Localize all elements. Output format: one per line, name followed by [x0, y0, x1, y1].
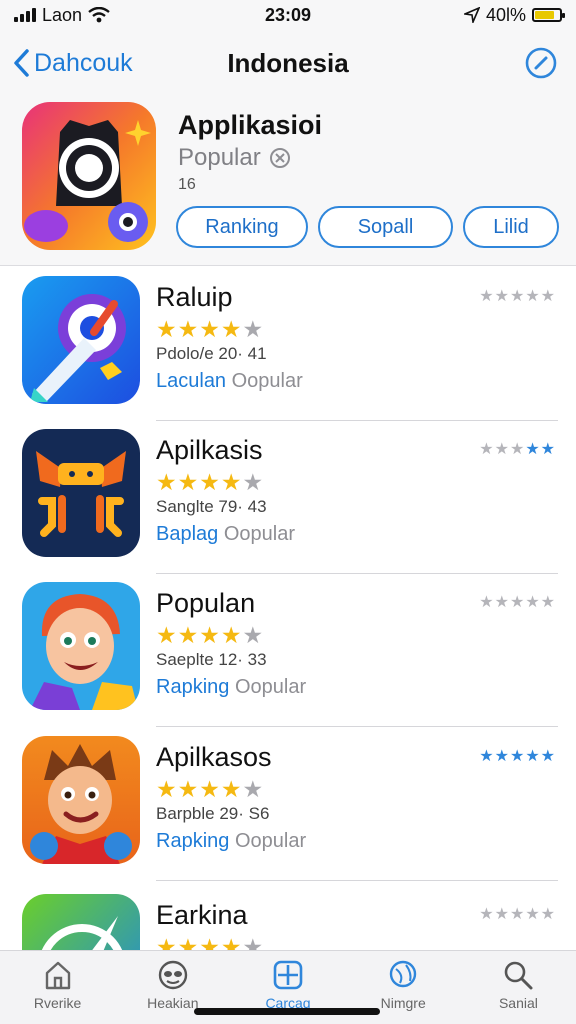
grid-icon	[273, 960, 303, 990]
tab-label: Rverike	[33, 995, 82, 1011]
tab-label: Nimgre	[380, 995, 426, 1011]
app-name: Raluip	[156, 282, 233, 312]
lilid-button[interactable]: Lilid	[463, 206, 559, 248]
list-item[interactable]: Apilkasis ★★★★★ Sanglte 79· 43 Baplag Oo…	[0, 419, 576, 574]
app-tag-secondary[interactable]: Oopular	[232, 370, 303, 392]
star-rating: ★★★★★	[156, 316, 265, 342]
app-name: Apilkasos	[156, 742, 272, 772]
sopall-button[interactable]: Sopall	[318, 206, 453, 248]
header-title: Applikasioi	[178, 110, 323, 140]
app-tag-secondary[interactable]: Oopular	[235, 676, 306, 698]
header-subtitle-row: Popular	[178, 144, 291, 172]
wifi-icon	[88, 7, 110, 23]
signal-icon	[14, 8, 36, 22]
tab-label: Sanial	[498, 995, 538, 1011]
rating-stars-small: ★★★★★	[479, 748, 556, 765]
header-subtitle: Popular	[178, 144, 261, 171]
rating-stars-small: ★★★★★	[479, 594, 556, 611]
star-rating: ★★★★★	[156, 469, 265, 495]
page-title: Indonesia	[227, 47, 349, 78]
compass-icon[interactable]	[524, 46, 558, 80]
header-count: 16	[178, 176, 196, 193]
battery-icon	[532, 8, 565, 22]
carrier-label: Laon	[42, 4, 83, 25]
home-indicator[interactable]	[194, 1008, 380, 1015]
star-rating: ★★★★★	[156, 934, 265, 950]
navigation-bar: Dahcouk Indonesia	[0, 30, 576, 96]
list-item[interactable]: Earkina ★★★★★ ★★★★★	[0, 884, 576, 950]
app-tags: Rapking Oopular	[156, 676, 306, 699]
tab-rverike[interactable]: Rverike	[0, 951, 115, 1024]
location-arrow-icon	[463, 7, 480, 23]
app-meta: Barpble 29· S6	[156, 804, 270, 823]
app-meta: Saeplte 12· 33	[156, 650, 267, 669]
cartoon-kid-icon	[22, 582, 140, 710]
tab-label: Heakian	[147, 995, 199, 1011]
star-rating: ★★★★★	[156, 622, 265, 648]
battery-percent: 40l%	[485, 4, 526, 25]
list-item[interactable]: Apilkasos ★★★★★ Barpble 29· S6 Rapking O…	[0, 726, 576, 881]
app-tag-primary[interactable]: Rapking	[156, 676, 229, 698]
app-list: Raluip ★★★★★ Pdolo/e 20· 41 Laculan Oopu…	[0, 266, 576, 950]
cartoon-boy-icon	[22, 736, 140, 864]
search-icon	[505, 961, 533, 990]
app-name: Apilkasis	[156, 435, 263, 465]
rating-stars-small: ★★★★★	[479, 288, 556, 305]
app-tags: Laculan Oopular	[156, 370, 303, 393]
rocket-icon	[22, 276, 140, 404]
list-item[interactable]: Populan ★★★★★ Saeplte 12· 33 Rapking Oop…	[0, 572, 576, 727]
app-tag-primary[interactable]: Laculan	[156, 370, 226, 392]
app-tags: Baplag Oopular	[156, 523, 295, 546]
mask-icon	[158, 960, 187, 990]
robot-mask-icon	[22, 429, 140, 557]
rating-stars-small: ★★★★★	[479, 906, 556, 923]
clock: 23:09	[264, 4, 312, 25]
back-label: Dahcouk	[34, 48, 133, 77]
app-meta: Sanglte 79· 43	[156, 497, 267, 516]
chevron-left-icon	[14, 49, 29, 77]
app-meta: Pdolo/e 20· 41	[156, 344, 267, 363]
filter-buttons: Ranking Sopall Lilid	[176, 206, 559, 248]
app-tags: Rapking Oopular	[156, 830, 306, 853]
app-tag-secondary[interactable]: Oopular	[224, 523, 295, 545]
info-badge-icon[interactable]	[269, 147, 291, 169]
app-tag-primary[interactable]: Baplag	[156, 523, 218, 545]
featured-app-icon[interactable]	[22, 102, 156, 250]
compass-app-icon	[22, 894, 140, 950]
rating-stars-small: ★★★★★	[479, 441, 556, 458]
app-name: Populan	[156, 588, 256, 618]
list-item[interactable]: Raluip ★★★★★ Pdolo/e 20· 41 Laculan Oopu…	[0, 266, 576, 421]
featured-header: Applikasioi Popular 16 Ranking Sopall Li…	[0, 96, 576, 266]
back-button[interactable]: Dahcouk	[0, 48, 170, 78]
battery-level	[535, 11, 555, 19]
star-rating: ★★★★★	[156, 776, 265, 802]
app-tag-primary[interactable]: Rapking	[156, 830, 229, 852]
home-icon	[45, 961, 70, 990]
divider	[156, 880, 558, 881]
globe-icon	[390, 960, 417, 988]
ranking-button[interactable]: Ranking	[176, 206, 308, 248]
status-bar: Laon 23:09 40l%	[0, 0, 576, 30]
app-tag-secondary[interactable]: Oopular	[235, 830, 306, 852]
app-name: Earkina	[156, 900, 248, 930]
tab-sanial[interactable]: Sanial	[461, 951, 576, 1024]
